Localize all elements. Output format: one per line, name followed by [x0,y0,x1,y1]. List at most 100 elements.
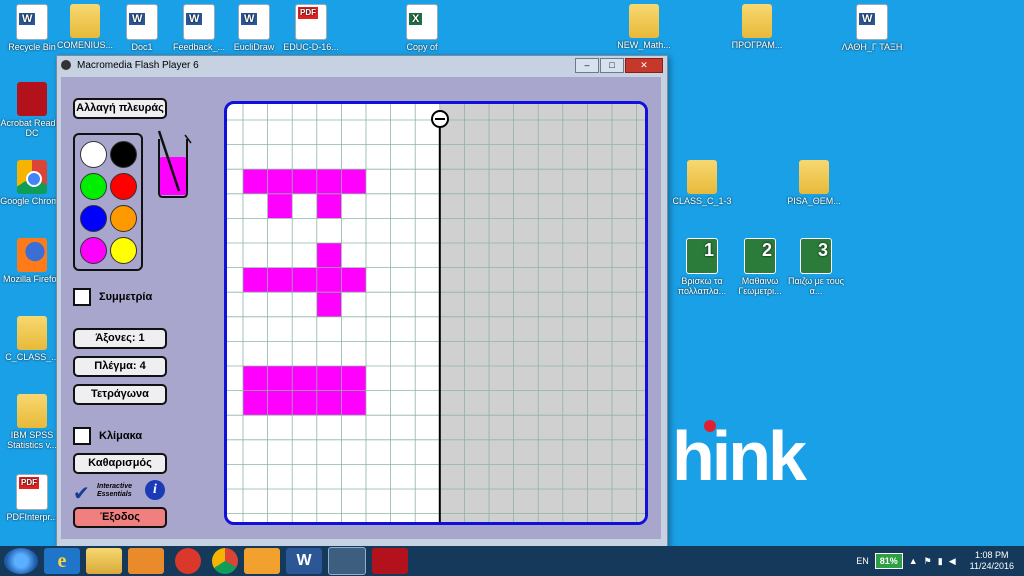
desktop-icon[interactable]: PISA_ΘΕΜ... [782,160,846,206]
filled-cell[interactable] [316,193,342,219]
outlook-icon[interactable] [244,548,280,574]
start-button[interactable] [4,548,38,574]
filled-cell[interactable] [316,390,342,416]
xls-icon [406,4,438,40]
axes-button[interactable]: Άξονες: 1 [73,328,167,349]
network-icon[interactable]: ▮ [938,556,943,567]
mirror-axis-handle[interactable] [430,110,449,128]
filled-cell[interactable] [267,267,293,293]
desktop-icon[interactable]: COMENIUS... [53,4,117,50]
desktop-icon[interactable]: IBM SPSS Statistics v... [0,394,64,450]
desktop-icon[interactable]: C_CLASS_... [0,316,64,362]
scale-checkbox[interactable] [73,427,91,445]
clear-button[interactable]: Καθαρισμός [73,453,167,474]
acrobat-taskbar-icon[interactable] [372,548,408,574]
desktop-icon[interactable]: Acrobat Reader DC [0,82,64,138]
filled-cell[interactable] [267,366,293,391]
filled-cell[interactable] [292,390,317,416]
filled-cell[interactable] [316,292,342,317]
squares-button[interactable]: Τετράγωνα [73,384,167,405]
desktop-icon[interactable]: Βρισκω τα πολλαπλα... [670,238,734,296]
grid-button[interactable]: Πλέγμα: 4 [73,356,167,377]
filled-cell[interactable] [267,193,293,219]
folder-icon [742,4,772,38]
desktop-icon-label: Acrobat Reader DC [0,118,64,138]
filled-cell[interactable] [267,169,293,194]
close-button[interactable]: ✕ [625,58,663,73]
folder-icon [17,316,47,350]
acrobat-icon [17,82,47,116]
file-explorer-icon[interactable] [86,548,122,574]
filled-cell[interactable] [316,243,342,268]
filled-cell[interactable] [292,169,317,194]
tray-expand-icon[interactable]: ▲ [909,556,918,566]
desktop-icon[interactable]: Google Chrome [0,160,64,206]
filled-cell[interactable] [316,366,342,391]
desktop-icon[interactable]: PDFInterpr... [0,474,64,522]
change-side-button[interactable]: Αλλαγή πλευράς [73,98,167,119]
filled-cell[interactable] [341,366,366,391]
desktop-icon[interactable]: ΠΡΟΓΡΑΜ... [725,4,789,50]
desktop-icon[interactable]: Copy of [390,4,454,52]
filled-cell[interactable] [243,169,268,194]
desktop-icon[interactable]: ΛΑΘΗ_Γ ΤΑΞΗ [840,4,904,52]
color-red-swatch[interactable] [110,173,137,200]
chrome-taskbar-icon[interactable] [212,548,238,574]
desktop-icon-label: EucliDraw [233,42,275,52]
word-taskbar-icon[interactable]: W [286,548,322,574]
symmetry-checkbox[interactable] [73,288,91,306]
desktop-icon[interactable]: Παιζω με τους α... [784,238,848,296]
desktop-icon-label: Mozilla Firefox [2,274,61,284]
flash-app-taskbar-icon[interactable] [328,547,366,575]
desktop-icon[interactable]: EDUC-D-16... [279,4,343,52]
filled-cell[interactable] [243,267,268,293]
pdf-icon [295,4,327,40]
filled-cell[interactable] [292,366,317,391]
filled-cell[interactable] [243,390,268,416]
desktop-icon[interactable]: EucliDraw [222,4,286,52]
maximize-button[interactable]: □ [600,58,624,73]
exit-button[interactable]: Έξοδος [73,507,167,528]
scale-toggle[interactable]: Κλίμακα [73,427,142,445]
color-magenta-swatch[interactable] [80,237,107,264]
paint-beaker-icon [157,130,192,198]
desktop-icon[interactable]: Μαθαινω Γεωμετρι... [728,238,792,296]
doc-icon [126,4,158,40]
drawing-board[interactable] [224,101,648,525]
minimize-button[interactable]: – [575,58,599,73]
filled-cell[interactable] [341,267,366,293]
filled-cell[interactable] [267,390,293,416]
color-yellow-swatch[interactable] [110,237,137,264]
desktop-icon[interactable]: Doc1 [110,4,174,52]
filled-cell[interactable] [292,267,317,293]
color-black-swatch[interactable] [110,141,137,168]
language-indicator[interactable]: EN [856,556,869,566]
internet-explorer-icon[interactable]: e [44,548,80,574]
desktop-icon-label: EDUC-D-16... [283,42,339,52]
media-player-icon[interactable] [128,548,164,574]
desktop-icon-label: Copy of [406,42,438,52]
filled-cell[interactable] [341,390,366,416]
desktop-icon[interactable]: CLASS_C_1-3 [670,160,734,206]
filled-cell[interactable] [316,169,342,194]
red-app-icon[interactable] [175,548,201,574]
filled-cell[interactable] [243,366,268,391]
desktop-icon[interactable]: NEW_Math... [612,4,676,50]
pdf-icon [16,474,48,510]
battery-indicator[interactable]: 81% [874,553,903,569]
filled-cell[interactable] [316,267,342,293]
drawing-grid[interactable] [227,104,645,522]
color-white-swatch[interactable] [80,141,107,168]
desktop-icon-label: C_CLASS_... [5,352,59,362]
color-orange-swatch[interactable] [110,205,137,232]
info-icon[interactable]: i [145,480,165,500]
flag-icon[interactable]: ⚑ [924,556,932,567]
desktop-icon[interactable]: Mozilla Firefox [0,238,64,284]
symmetry-toggle[interactable]: Συμμετρία [73,288,152,306]
desktop-icon-label: Google Chrome [0,196,64,206]
color-green-swatch[interactable] [80,173,107,200]
volume-icon[interactable]: ◀ [949,556,956,567]
color-blue-swatch[interactable] [80,205,107,232]
filled-cell[interactable] [341,169,366,194]
clock[interactable]: 1:08 PM 11/24/2016 [970,550,1014,572]
